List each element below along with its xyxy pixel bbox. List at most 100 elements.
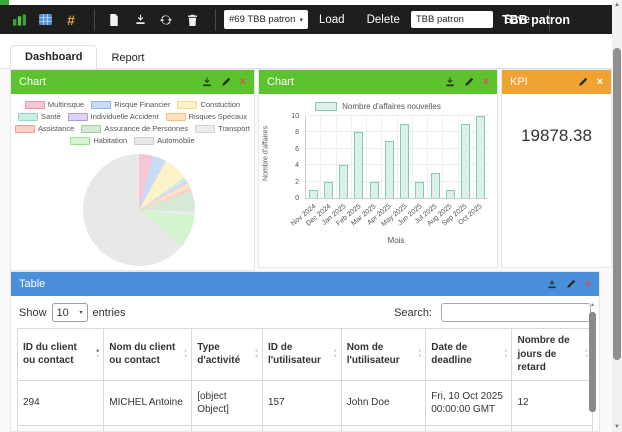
refresh-icon[interactable] xyxy=(155,10,177,30)
legend-label: Habitation xyxy=(93,136,128,145)
legend-item[interactable]: Automobile xyxy=(134,136,195,145)
dashboard-title: TBB patron xyxy=(501,12,571,27)
y-tick-label: 6 xyxy=(295,145,299,153)
column-header[interactable]: Nom du client ou contact ▲ ▼ xyxy=(103,328,193,381)
new-file-icon[interactable] xyxy=(103,10,125,30)
legend-swatch xyxy=(195,124,216,133)
bar-plot-area: 0 2 4 6 8 10 xyxy=(291,113,488,202)
delete-button[interactable]: Delete xyxy=(356,14,411,26)
table-row: 294MICHEL Antoine[object Object]157John … xyxy=(16,379,593,426)
trash-icon[interactable] xyxy=(181,10,203,30)
edit-icon[interactable] xyxy=(221,77,231,87)
sort-icon: ▲ ▼ xyxy=(332,347,338,360)
table-cell: [object Object] xyxy=(191,424,263,431)
legend-label: Nombre d'affaires nouvelles xyxy=(342,102,441,111)
panel-title: Chart xyxy=(267,76,294,88)
table-cell: John Doe xyxy=(340,424,427,431)
close-icon[interactable]: × xyxy=(240,76,246,88)
table-widget-icon[interactable] xyxy=(34,10,56,30)
column-header[interactable]: ID du client ou contact ▲ ▼ xyxy=(16,328,105,381)
bar xyxy=(415,181,425,198)
bar xyxy=(445,189,455,198)
scroll-up-icon[interactable]: ▲ xyxy=(588,301,597,309)
table-panel-header: Table × xyxy=(11,272,599,296)
column-header[interactable]: ID de l'utilisateur ▲ ▼ xyxy=(261,328,342,381)
bar xyxy=(308,189,318,198)
bar xyxy=(369,181,379,198)
bar-chart-panel: Chart × Nombre d'affaires nouvelles Nomb… xyxy=(258,69,498,268)
table-cell: MICHEL Antoine xyxy=(103,379,193,426)
download-icon[interactable] xyxy=(445,77,455,87)
table-scrollbar[interactable]: ▲ xyxy=(588,301,597,431)
legend-swatch xyxy=(24,100,45,109)
legend-item[interactable]: Santé xyxy=(18,112,61,121)
legend-item[interactable]: Assurance de Personnes xyxy=(81,124,188,133)
column-header[interactable]: Nombre de jours de retard ▲ ▼ xyxy=(511,328,593,381)
legend-swatch xyxy=(177,100,198,109)
dashboard-select[interactable]: #69 TBB patron ▾ xyxy=(224,10,308,29)
table-row: 294MICHEL Antoine[object Object]157John … xyxy=(16,424,593,431)
sort-icon: ▲ ▼ xyxy=(95,347,101,360)
bar xyxy=(400,124,410,198)
dashboard-content: Chart × Multirisque Risque Financier Const… xyxy=(0,69,612,432)
kpi-panel: KPI × 19878.38 xyxy=(501,69,612,268)
close-icon[interactable]: × xyxy=(597,76,603,88)
bar xyxy=(476,116,486,198)
bar-legend-item[interactable]: Nombre d'affaires nouvelles xyxy=(259,102,497,111)
legend-swatch xyxy=(70,136,91,145)
close-icon[interactable]: × xyxy=(483,76,489,88)
legend-label: Assurance de Personnes xyxy=(104,124,189,133)
bar-panel-header: Chart × xyxy=(259,70,497,94)
table-cell: MICHEL Antoine xyxy=(103,424,193,431)
column-header[interactable]: Nom de l'utilisateur ▲ ▼ xyxy=(340,328,427,381)
legend-item[interactable]: Assistance xyxy=(15,124,74,133)
pie-panel-header: Chart × xyxy=(11,70,254,94)
hash-icon[interactable]: # xyxy=(60,10,82,30)
edit-icon[interactable] xyxy=(566,279,576,289)
page-size-select[interactable]: 10 ▾ xyxy=(51,303,88,322)
column-header[interactable]: Date de deadline ▲ ▼ xyxy=(425,328,513,381)
table-cell: 294 xyxy=(16,379,105,426)
edit-icon[interactable] xyxy=(578,77,588,87)
entries-label: entries xyxy=(92,306,126,319)
legend-label: Santé xyxy=(41,112,61,121)
toolbar-divider xyxy=(215,8,216,31)
column-header[interactable]: Type d'activité ▲ ▼ xyxy=(191,328,263,381)
y-axis-title: Nombre d'affaires xyxy=(262,126,270,181)
bar xyxy=(461,124,471,198)
download-icon[interactable] xyxy=(202,77,212,87)
table-controls: Show 10 ▾ entries Search: xyxy=(11,296,599,328)
scroll-up-icon[interactable]: ▲ xyxy=(612,0,622,10)
legend-item[interactable]: Habitation xyxy=(70,136,127,145)
download-icon[interactable] xyxy=(547,279,557,289)
pie-chart[interactable] xyxy=(83,154,195,266)
search-input[interactable] xyxy=(441,303,591,322)
legend-item[interactable]: Constuction xyxy=(177,100,240,109)
tab-dashboard[interactable]: Dashboard xyxy=(10,45,98,69)
close-icon[interactable]: × xyxy=(585,278,591,290)
scroll-down-icon[interactable]: ▼ xyxy=(612,422,622,432)
legend-item[interactable]: Multirisque xyxy=(24,100,84,109)
download-icon[interactable] xyxy=(129,10,151,30)
edit-icon[interactable] xyxy=(464,77,474,87)
panel-title: Chart xyxy=(19,76,46,88)
data-table: ID du client ou contact ▲ ▼ Nom du client o… xyxy=(16,328,593,431)
load-button[interactable]: Load xyxy=(308,14,356,26)
legend-item[interactable]: Risque Financier xyxy=(91,100,170,109)
page-scrollbar[interactable]: ▲ ▼ xyxy=(612,0,622,432)
table-cell: 157 xyxy=(261,424,342,431)
table-cell: Mon, 20 Oct 2025 00:00:00 GMT xyxy=(425,424,513,431)
legend-swatch xyxy=(15,124,36,133)
legend-item[interactable]: Risques Spécaux xyxy=(165,112,247,121)
kpi-panel-header: KPI × xyxy=(502,70,611,94)
tab-report[interactable]: Report xyxy=(97,47,158,69)
chart-widget-icon[interactable] xyxy=(8,10,30,30)
table-panel: Table × Show 10 ▾ entries Search: ID du … xyxy=(10,271,600,432)
dashboard-select-value: #69 TBB patron xyxy=(229,14,296,25)
legend-item[interactable]: Individuelle Accident xyxy=(67,112,159,121)
x-axis-title: Mois xyxy=(387,236,405,245)
scrollbar-thumb[interactable] xyxy=(613,48,621,360)
legend-item[interactable]: Transport xyxy=(195,124,250,133)
scrollbar-thumb[interactable] xyxy=(589,312,596,412)
sort-icon: ▲ ▼ xyxy=(417,347,423,360)
